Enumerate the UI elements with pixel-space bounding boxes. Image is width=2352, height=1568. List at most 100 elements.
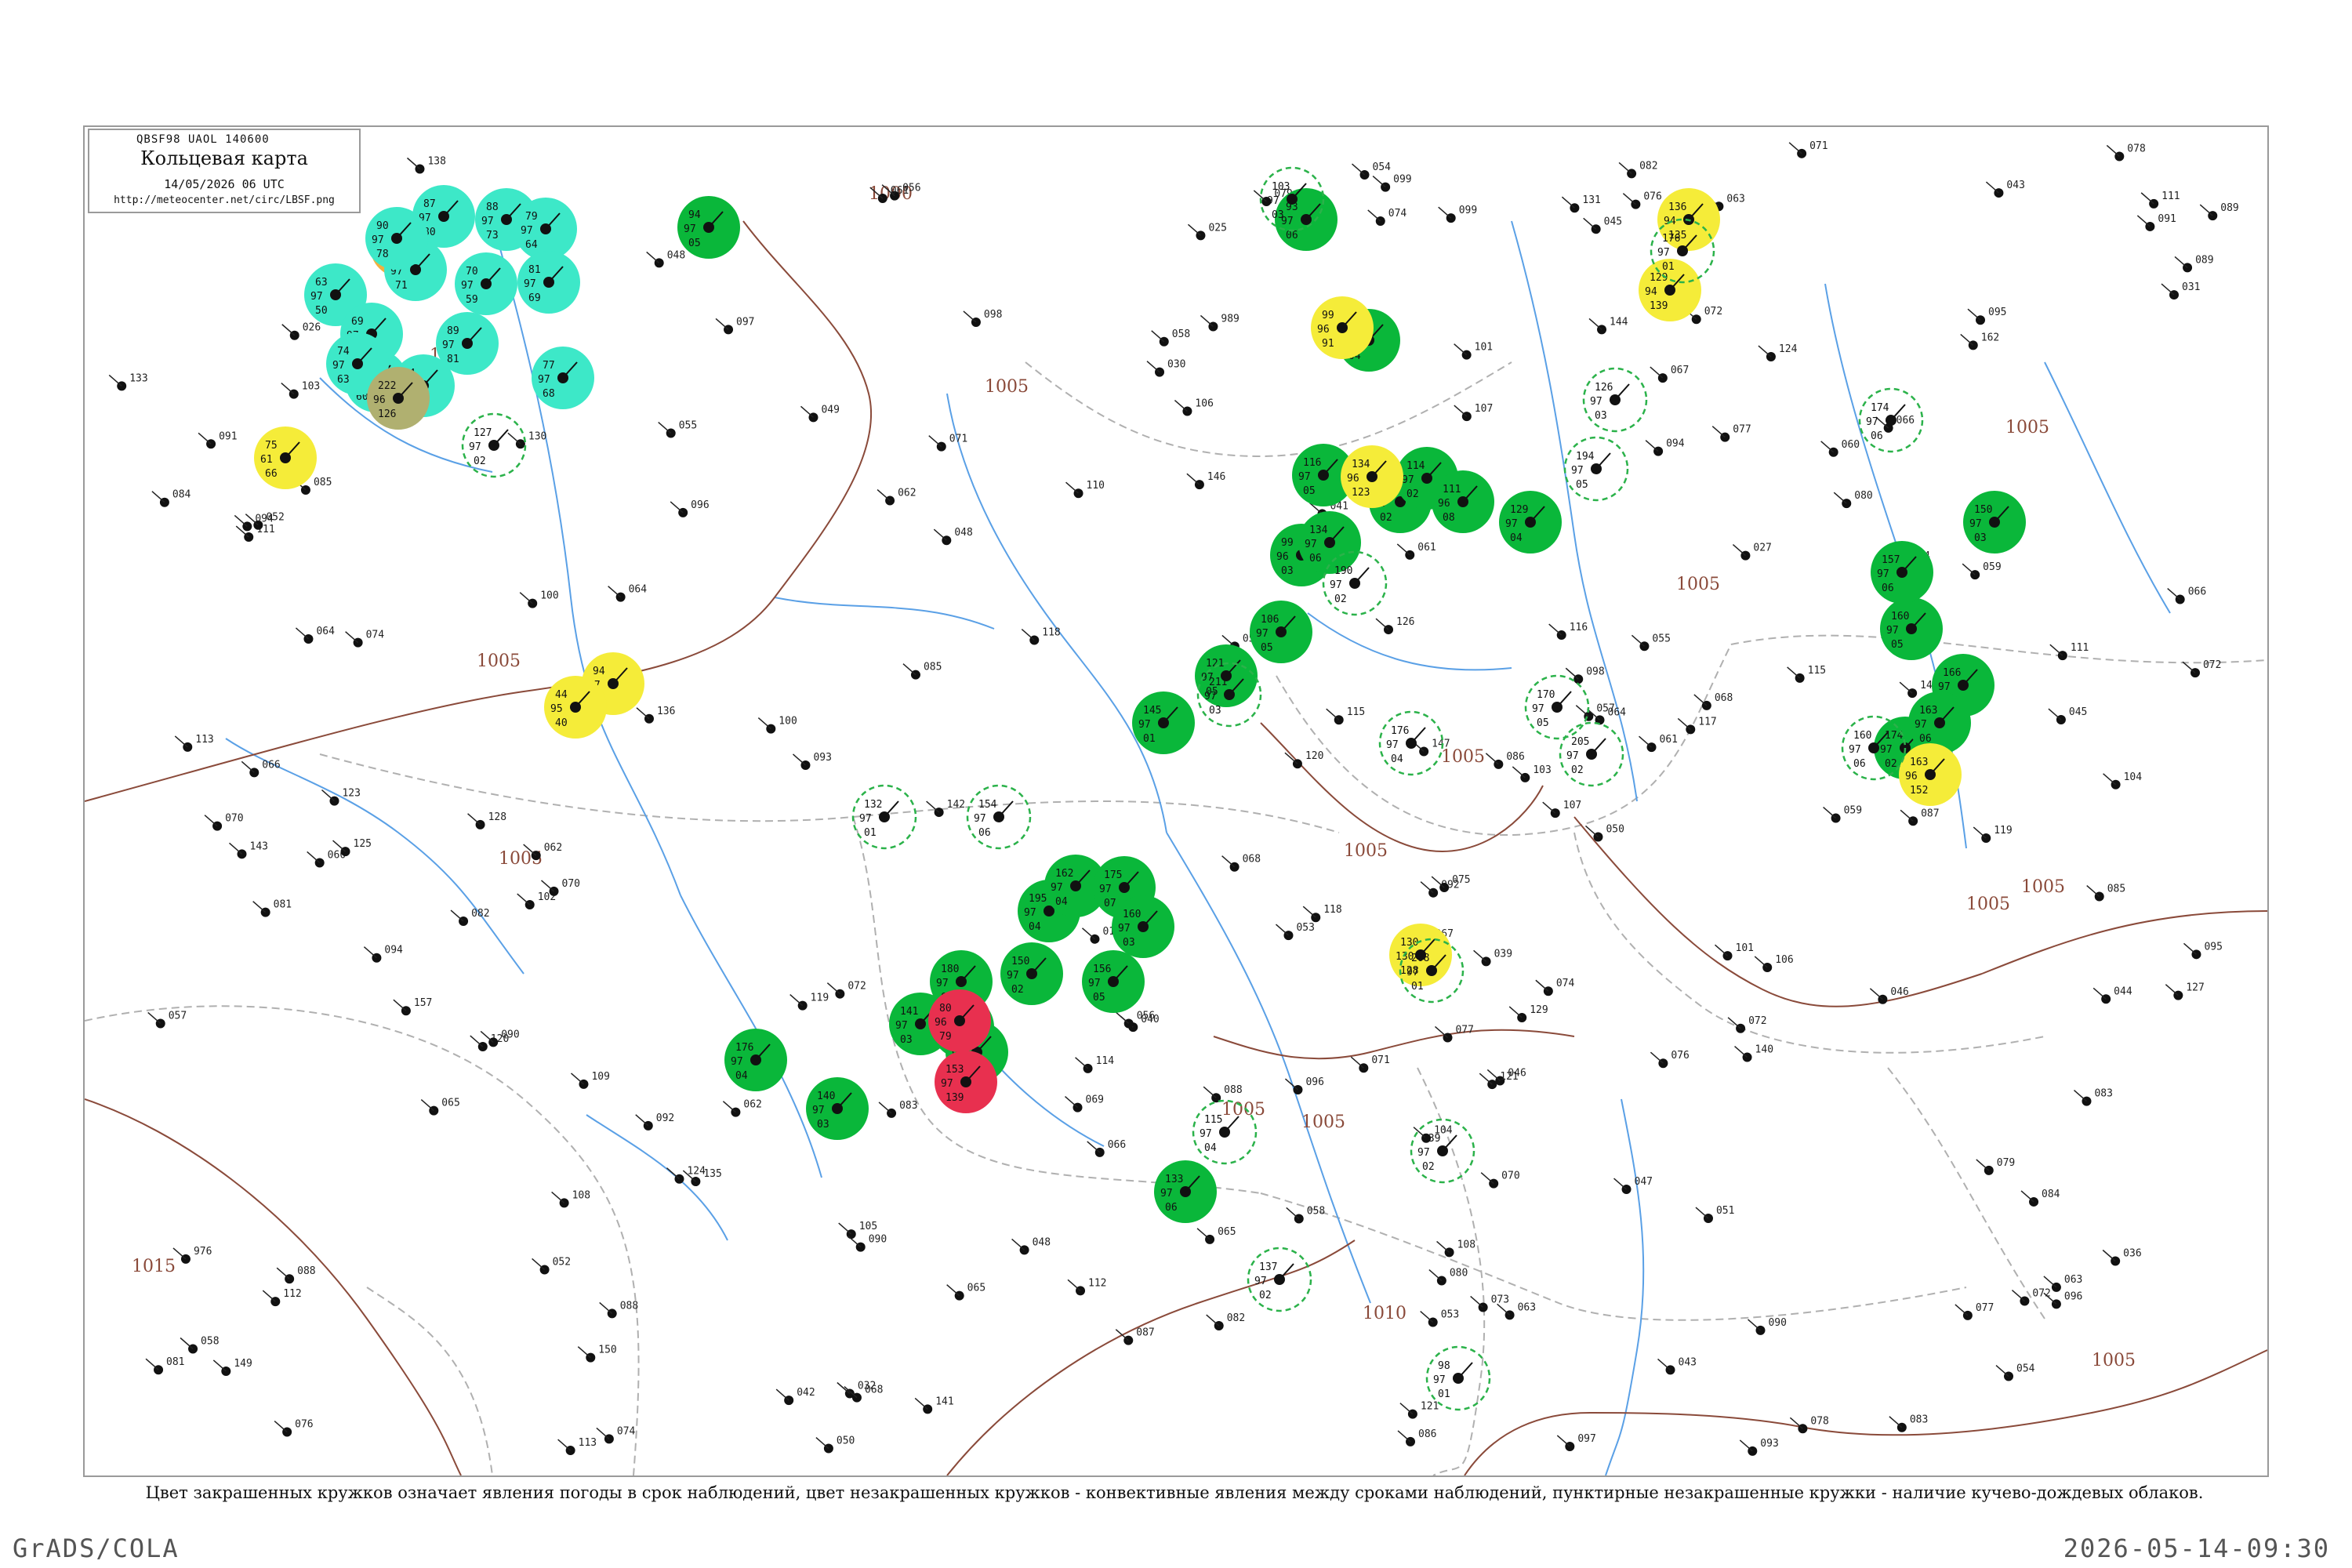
- station-plot[interactable]: 044: [2092, 985, 2132, 1004]
- station-plot[interactable]: 103: [1512, 764, 1552, 782]
- station-plot[interactable]: 061: [1639, 734, 1678, 753]
- station-plot[interactable]: 094: [363, 945, 403, 963]
- station-plot[interactable]: 115: [1787, 665, 1826, 683]
- station-plot[interactable]: 081: [145, 1356, 185, 1375]
- station-plot[interactable]: 085: [2086, 884, 2125, 902]
- weather-station-shower[interactable]: 44 95 40: [544, 676, 607, 739]
- station-plot[interactable]: 059: [1962, 561, 2002, 580]
- station-plot[interactable]: 086: [1397, 1428, 1437, 1446]
- station-plot[interactable]: 060: [307, 849, 346, 868]
- station-plot[interactable]: 058: [1151, 328, 1190, 347]
- station-plot[interactable]: 049: [800, 404, 840, 423]
- weather-station-shower[interactable]: 163 96 152: [1899, 743, 1962, 806]
- weather-station-rain[interactable]: 106 97 05: [1250, 601, 1312, 663]
- convective-station-ring[interactable]: 137 97 02: [1247, 1247, 1312, 1312]
- station-plot[interactable]: 089: [2174, 254, 2214, 273]
- station-plot[interactable]: 048: [933, 527, 973, 546]
- station-plot[interactable]: 068: [1693, 692, 1733, 710]
- weather-station-rain[interactable]: 134 97 06: [1298, 511, 1361, 574]
- weather-station-fog[interactable]: 90 97 78: [365, 207, 428, 270]
- station-plot[interactable]: 081: [252, 899, 292, 917]
- convective-station-ring[interactable]: 194 97 05: [1563, 436, 1629, 502]
- station-plot[interactable]: 141: [914, 1396, 954, 1414]
- station-plot[interactable]: 097: [715, 316, 755, 335]
- station-plot[interactable]: 069: [1065, 1094, 1104, 1112]
- station-plot[interactable]: 119: [789, 993, 829, 1011]
- station-plot[interactable]: 083: [1889, 1414, 1928, 1432]
- weather-station-rain[interactable]: 156 97 05: [1082, 950, 1145, 1013]
- station-plot[interactable]: 048: [646, 249, 685, 268]
- station-plot[interactable]: 129: [1508, 1004, 1548, 1022]
- station-plot[interactable]: 067: [1650, 365, 1689, 383]
- station-plot[interactable]: 076: [1622, 191, 1662, 209]
- station-plot[interactable]: 043: [1985, 180, 2025, 198]
- station-plot[interactable]: 074: [596, 1425, 636, 1444]
- station-plot[interactable]: 057: [147, 1010, 187, 1029]
- station-plot[interactable]: 106: [1174, 398, 1214, 416]
- weather-station-rain[interactable]: 94 97 05: [677, 196, 740, 259]
- station-plot[interactable]: 091: [198, 430, 238, 449]
- station-plot[interactable]: 093: [1739, 1438, 1779, 1456]
- weather-station-rain[interactable]: 111 96 08: [1432, 470, 1494, 533]
- station-plot[interactable]: 091: [2136, 213, 2176, 231]
- station-plot[interactable]: 058: [180, 1336, 220, 1354]
- station-plot[interactable]: 124: [1758, 343, 1798, 362]
- station-plot[interactable]: 051: [1695, 1205, 1734, 1224]
- station-plot[interactable]: 976: [172, 1246, 212, 1264]
- station-plot[interactable]: 140: [1734, 1044, 1773, 1062]
- weather-station-thunder[interactable]: 153 97 139: [935, 1051, 997, 1113]
- station-plot[interactable]: 113: [557, 1437, 597, 1456]
- station-plot[interactable]: 150: [577, 1345, 617, 1363]
- weather-station-rain[interactable]: 939706: [1275, 188, 1338, 251]
- station-plot[interactable]: 111: [2140, 191, 2180, 209]
- weather-station-shower[interactable]: 75 61 66: [254, 426, 317, 489]
- station-plot[interactable]: 149: [212, 1358, 252, 1376]
- station-plot[interactable]: 095: [1967, 307, 2006, 325]
- station-plot[interactable]: 065: [946, 1283, 985, 1301]
- convective-station-ring[interactable]: 132 97 01: [851, 784, 917, 850]
- station-plot[interactable]: 101: [1715, 942, 1754, 961]
- station-plot[interactable]: 127: [2165, 982, 2205, 1000]
- station-plot[interactable]: 053: [1275, 922, 1315, 941]
- station-plot[interactable]: 143: [229, 840, 268, 859]
- station-plot[interactable]: 074: [345, 630, 385, 648]
- station-plot[interactable]: 084: [2020, 1189, 2060, 1207]
- weather-station-thunder[interactable]: 80 96 79: [928, 989, 991, 1052]
- station-plot[interactable]: 036: [2102, 1247, 2142, 1266]
- weather-station-fog[interactable]: 81 97 69: [517, 251, 580, 314]
- station-plot[interactable]: 054: [1352, 162, 1392, 180]
- station-plot[interactable]: 071: [928, 434, 967, 452]
- weather-station-fog[interactable]: 77 97 68: [532, 347, 594, 409]
- station-plot[interactable]: 130: [507, 430, 546, 449]
- station-plot[interactable]: 052: [532, 1256, 571, 1275]
- station-plot[interactable]: 109: [570, 1071, 610, 1089]
- station-plot[interactable]: 162: [1960, 332, 1999, 350]
- station-plot[interactable]: 077: [1955, 1302, 1994, 1320]
- station-plot[interactable]: 107: [1454, 403, 1493, 422]
- station-plot[interactable]: 138: [406, 156, 446, 174]
- weather-station-rain[interactable]: 160 97 03: [1112, 895, 1174, 958]
- station-plot[interactable]: 088: [276, 1265, 316, 1284]
- station-plot[interactable]: 062: [877, 488, 916, 506]
- station-plot[interactable]: 064: [295, 626, 335, 644]
- station-plot[interactable]: 066: [241, 759, 281, 778]
- station-plot[interactable]: 128: [467, 811, 506, 829]
- station-plot[interactable]: 070: [204, 813, 244, 831]
- station-plot[interactable]: 083: [878, 1100, 918, 1118]
- weather-station-fog[interactable]: 79 97 64: [514, 198, 577, 260]
- station-plot[interactable]: 118: [1302, 904, 1342, 923]
- weather-map[interactable]: 1000100510051005100510051005100510051005…: [83, 125, 2269, 1477]
- station-plot[interactable]: 065: [420, 1098, 460, 1116]
- station-plot[interactable]: 103: [281, 381, 320, 399]
- station-plot[interactable]: 101: [1454, 342, 1493, 360]
- station-plot[interactable]: 146: [1186, 471, 1225, 490]
- station-plot[interactable]: 115: [1326, 706, 1365, 725]
- station-plot[interactable]: 107: [1542, 800, 1581, 818]
- station-plot[interactable]: 086: [1485, 751, 1525, 769]
- station-plot[interactable]: 144: [1588, 316, 1628, 335]
- station-plot[interactable]: 080: [1428, 1268, 1468, 1286]
- station-plot[interactable]: 110: [1065, 480, 1105, 499]
- station-plot[interactable]: 072: [826, 981, 866, 999]
- weather-station-rain[interactable]: 133 97 06: [1154, 1160, 1217, 1223]
- station-plot[interactable]: 027: [1732, 543, 1772, 561]
